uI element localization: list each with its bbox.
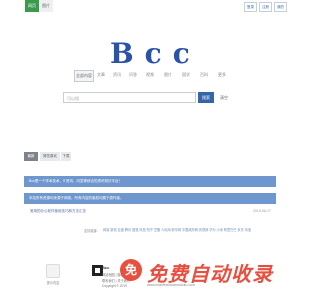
category-tab[interactable]: 文章 (94, 70, 108, 80)
article-date: 2019-06-17 (253, 209, 271, 213)
category-tab[interactable]: 资讯 (110, 70, 124, 80)
search-button[interactable]: 搜索 (198, 92, 214, 103)
notice-bar: 本站所有资源均来源于网络，所有内容的版权均属于原作者。 (24, 193, 276, 204)
my-account-button[interactable]: 我的 (274, 2, 287, 12)
search-input[interactable]: 可以搜 (63, 92, 196, 103)
register-button[interactable]: 注册 (259, 2, 272, 12)
category-tab[interactable]: 全部内容 (74, 70, 94, 82)
footer-line: Copyright © 2019 (102, 284, 127, 288)
category-tab[interactable]: 问答 (126, 70, 140, 80)
tab-web[interactable]: 网页 (25, 0, 39, 12)
category-tab[interactable]: 百科 (196, 70, 212, 80)
tab-recommended[interactable]: 猜您喜欢 (40, 152, 60, 161)
watermark-badge-icon: 免 (120, 259, 142, 281)
category-tab[interactable]: 更多 (214, 70, 230, 80)
tab-latest[interactable]: 最新 (24, 152, 38, 161)
clear-button[interactable]: 清空 (217, 92, 231, 103)
notice-bar: Bcc是一个学术技术、IT资讯、问答等综合的资讯知识平台！ (24, 176, 276, 187)
watermark-url: www.mianfeiziduanshoulu.com (147, 283, 195, 287)
category-tab[interactable]: 图片 (160, 70, 176, 80)
footer-heading: Bcc (102, 265, 110, 270)
friend-links-label: 友情链接: (84, 229, 98, 233)
tab-download[interactable]: 下载 (61, 152, 71, 161)
category-tab[interactable]: 国学 (178, 70, 194, 80)
friend-links[interactable]: 网易 新浪 百度 腾讯 搜狐 凤凰 知乎 豆瓣 人民网 新华网 中国政府网 央视… (103, 228, 263, 232)
site-logo[interactable]: Bcc (110, 36, 190, 72)
category-tabs: 全部内容 文章 资讯 问答 视频 图片 国学 百科 更多 (74, 70, 234, 82)
login-button[interactable]: 登录 (244, 2, 257, 12)
avatar (46, 264, 60, 278)
tab-images[interactable]: 图片 (39, 0, 53, 12)
avatar-caption: 提示内容 (46, 281, 60, 285)
category-tab[interactable]: 视频 (142, 70, 158, 80)
article-link[interactable]: 常用的办公软件使用技巧和方法汇总 (30, 206, 86, 217)
